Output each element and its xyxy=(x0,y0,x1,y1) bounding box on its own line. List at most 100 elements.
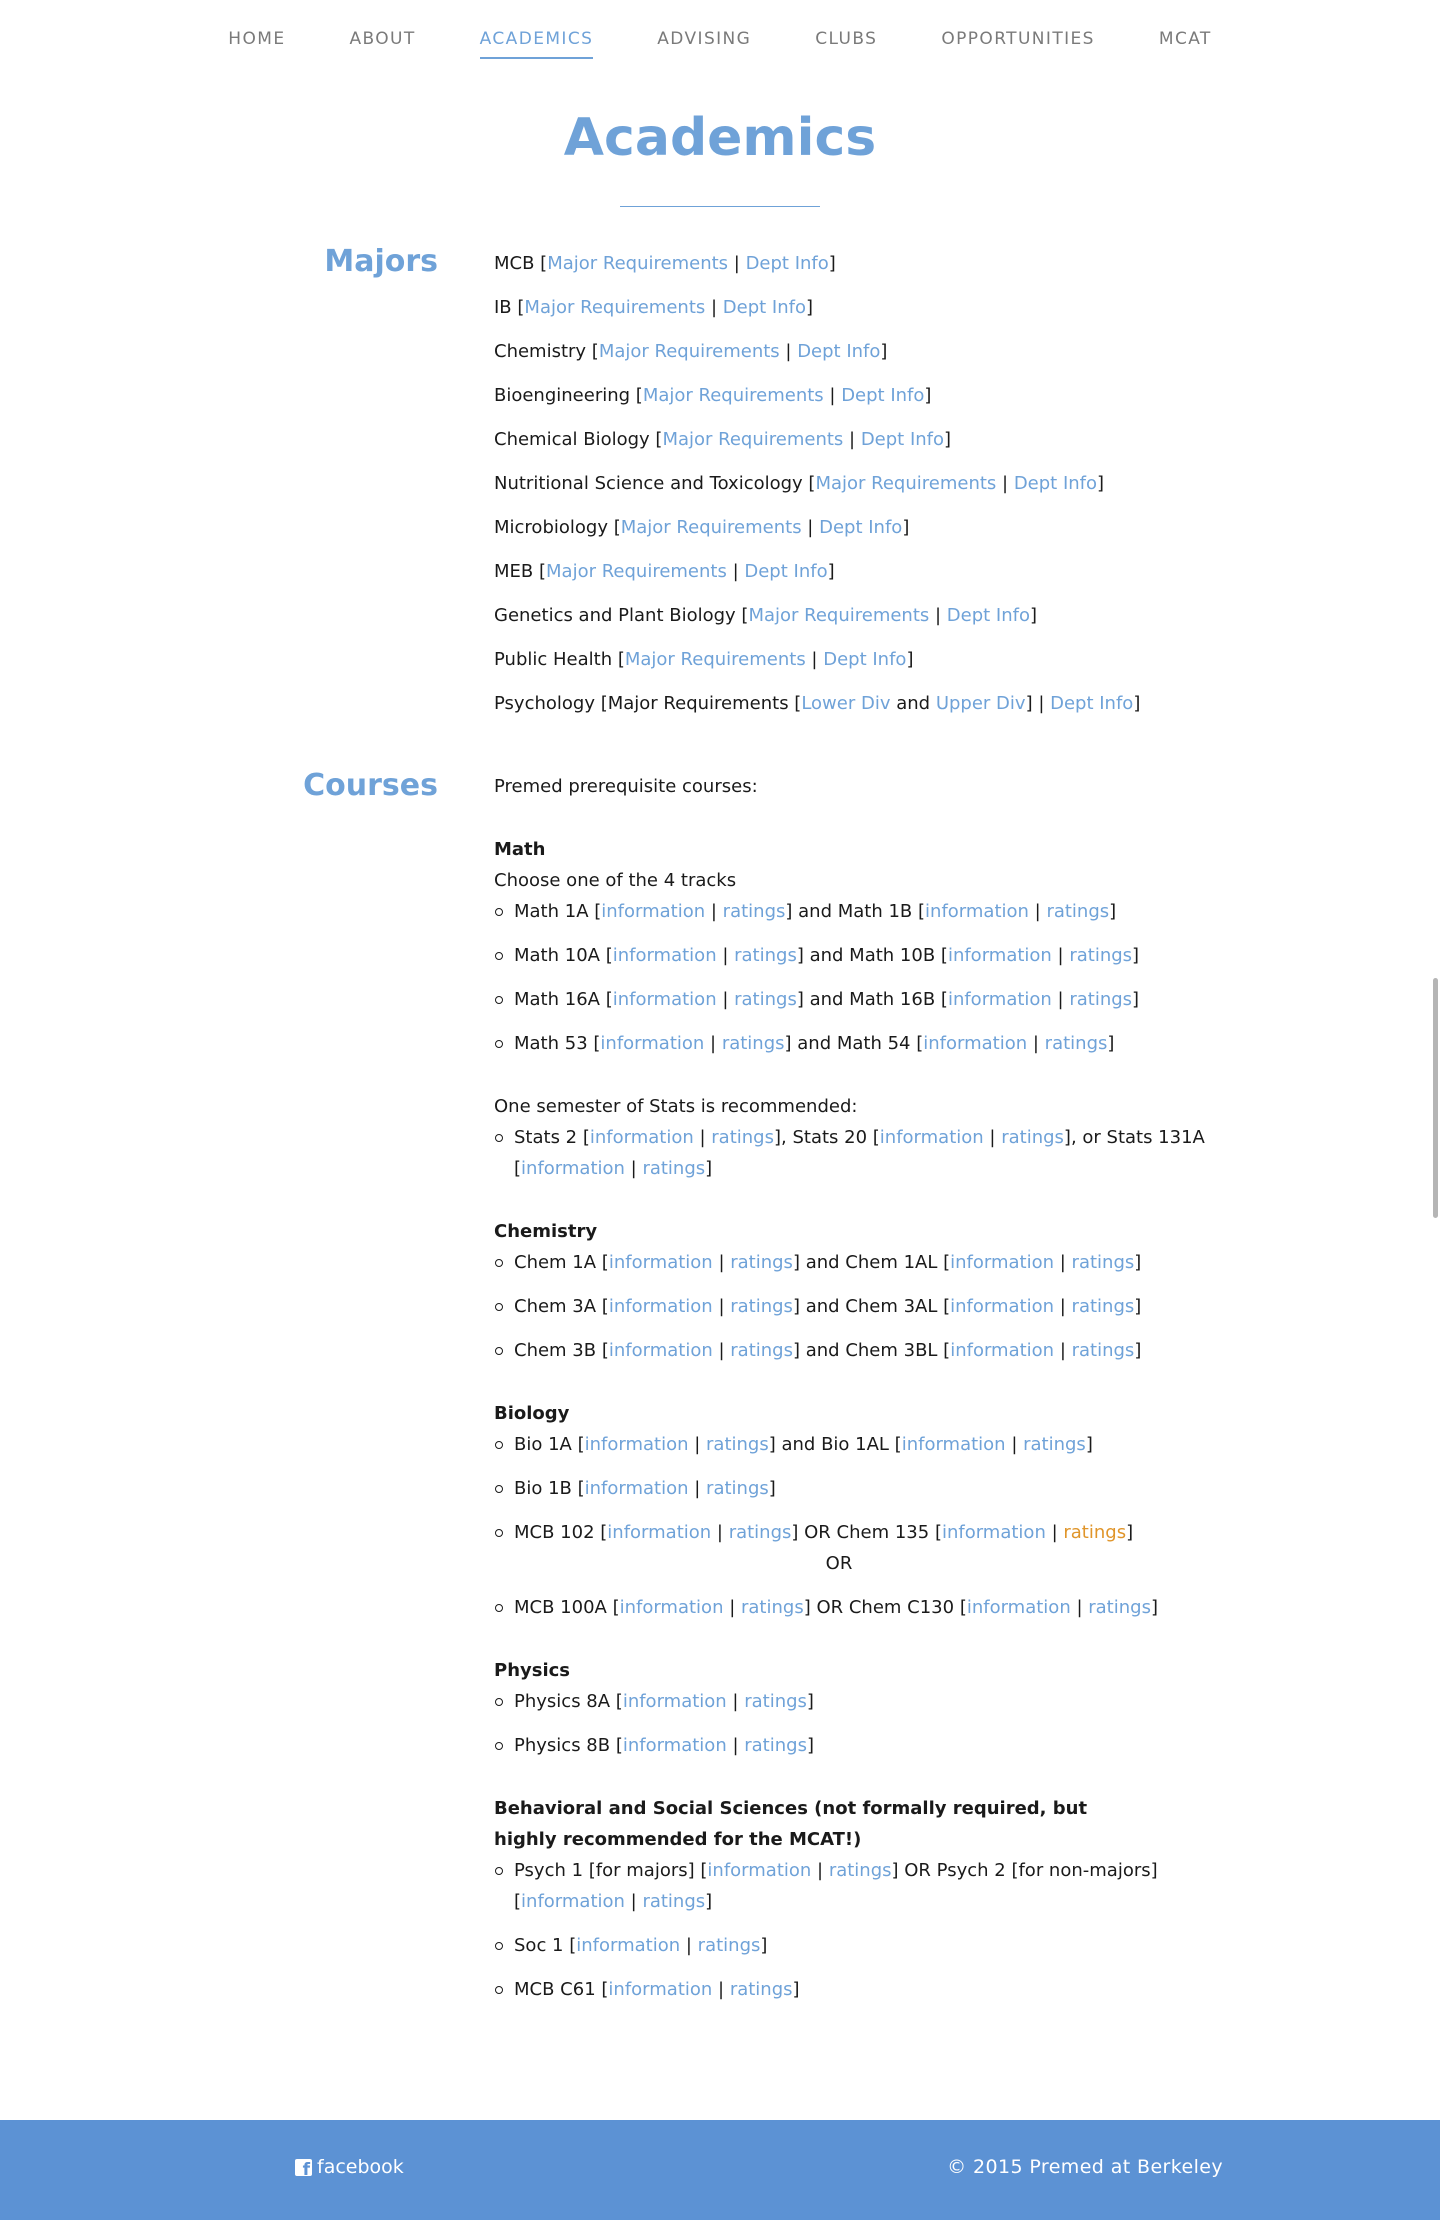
dept-info-link[interactable]: Dept Info xyxy=(723,297,806,318)
information-link[interactable]: information xyxy=(948,945,1052,966)
ratings-link[interactable]: ratings xyxy=(734,945,797,966)
dept-info-link[interactable]: Dept Info xyxy=(823,649,906,670)
information-link[interactable]: information xyxy=(521,1158,625,1179)
ratings-link[interactable]: ratings xyxy=(744,1691,807,1712)
information-link[interactable]: information xyxy=(950,1252,1054,1273)
information-link[interactable]: information xyxy=(576,1935,680,1956)
information-link[interactable]: information xyxy=(948,989,1052,1010)
major-requirements-link[interactable]: Major Requirements xyxy=(621,517,802,538)
dept-info-link[interactable]: Dept Info xyxy=(841,385,924,406)
ratings-link[interactable]: ratings xyxy=(730,1979,793,2000)
major-requirements-link[interactable]: Major Requirements xyxy=(524,297,705,318)
ratings-link[interactable]: ratings xyxy=(1063,1522,1126,1543)
ratings-link[interactable]: ratings xyxy=(1072,1252,1135,1273)
dept-info-link[interactable]: Dept Info xyxy=(861,429,944,450)
ratings-link[interactable]: ratings xyxy=(1069,989,1132,1010)
ratings-link[interactable]: ratings xyxy=(723,901,786,922)
information-link[interactable]: information xyxy=(601,901,705,922)
information-link[interactable]: information xyxy=(967,1597,1071,1618)
dept-info-link[interactable]: Dept Info xyxy=(1014,473,1097,494)
information-link[interactable]: information xyxy=(613,989,717,1010)
dept-info-link[interactable]: Dept Info xyxy=(1050,693,1133,714)
information-link[interactable]: information xyxy=(608,1979,712,2000)
information-link[interactable]: information xyxy=(590,1127,694,1148)
major-requirements-link[interactable]: Major Requirements xyxy=(815,473,996,494)
nav-mcat[interactable]: MCAT xyxy=(1159,0,1212,57)
information-link[interactable]: information xyxy=(585,1434,689,1455)
information-link[interactable]: information xyxy=(950,1340,1054,1361)
major-name: MCB xyxy=(494,253,535,274)
information-link[interactable]: information xyxy=(925,901,1029,922)
major-requirements-link[interactable]: Major Requirements xyxy=(547,253,728,274)
ratings-link[interactable]: ratings xyxy=(1072,1296,1135,1317)
ratings-link[interactable]: ratings xyxy=(730,1296,793,1317)
information-link[interactable]: information xyxy=(521,1891,625,1912)
upper-div-link[interactable]: Upper Div xyxy=(936,693,1026,714)
ratings-link[interactable]: ratings xyxy=(722,1033,785,1054)
physics-item: Physics 8B [information | ratings] xyxy=(494,1730,1214,1761)
scrollbar-thumb[interactable] xyxy=(1433,978,1438,1218)
major-requirements-link[interactable]: Major Requirements xyxy=(662,429,843,450)
ratings-link[interactable]: ratings xyxy=(698,1935,761,1956)
ratings-link[interactable]: ratings xyxy=(1069,945,1132,966)
information-link[interactable]: information xyxy=(707,1860,811,1881)
information-link[interactable]: information xyxy=(623,1691,727,1712)
information-link[interactable]: information xyxy=(880,1127,984,1148)
ratings-link[interactable]: ratings xyxy=(741,1597,804,1618)
lower-div-link[interactable]: Lower Div xyxy=(801,693,890,714)
major-requirements-link[interactable]: Major Requirements xyxy=(599,341,780,362)
ratings-link[interactable]: ratings xyxy=(1001,1127,1064,1148)
course-name: Math 54 xyxy=(836,1033,911,1054)
information-link[interactable]: information xyxy=(923,1033,1027,1054)
ratings-link[interactable]: ratings xyxy=(829,1860,892,1881)
ratings-link[interactable]: ratings xyxy=(1046,901,1109,922)
information-link[interactable]: information xyxy=(585,1478,689,1499)
dept-info-link[interactable]: Dept Info xyxy=(819,517,902,538)
information-link[interactable]: information xyxy=(902,1434,1006,1455)
information-link[interactable]: information xyxy=(613,945,717,966)
ratings-link[interactable]: ratings xyxy=(711,1127,774,1148)
ratings-link[interactable]: ratings xyxy=(706,1478,769,1499)
major-requirements-link[interactable]: Major Requirements xyxy=(643,385,824,406)
scrollbar[interactable] xyxy=(1426,0,1440,2220)
ratings-link[interactable]: ratings xyxy=(1045,1033,1108,1054)
information-link[interactable]: information xyxy=(607,1522,711,1543)
nav-clubs[interactable]: CLUBS xyxy=(815,0,877,57)
nav-academics[interactable]: ACADEMICS xyxy=(479,0,594,59)
ratings-link[interactable]: ratings xyxy=(734,989,797,1010)
course-name: Math 16B xyxy=(849,989,936,1010)
information-link[interactable]: information xyxy=(620,1597,724,1618)
ratings-link[interactable]: ratings xyxy=(642,1891,705,1912)
major-requirements-link[interactable]: Major Requirements xyxy=(748,605,929,626)
ratings-link[interactable]: ratings xyxy=(1023,1434,1086,1455)
ratings-link[interactable]: ratings xyxy=(706,1434,769,1455)
ratings-link[interactable]: ratings xyxy=(729,1522,792,1543)
ratings-link[interactable]: ratings xyxy=(1072,1340,1135,1361)
dept-info-link[interactable]: Dept Info xyxy=(797,341,880,362)
ratings-link[interactable]: ratings xyxy=(1088,1597,1151,1618)
title-divider xyxy=(620,206,820,207)
major-row: Public Health [Major Requirements | Dept… xyxy=(494,649,914,670)
information-link[interactable]: information xyxy=(623,1735,727,1756)
facebook-link[interactable]: f facebook xyxy=(295,2156,404,2178)
dept-info-link[interactable]: Dept Info xyxy=(746,253,829,274)
dept-info-link[interactable]: Dept Info xyxy=(947,605,1030,626)
major-requirements-link[interactable]: Major Requirements xyxy=(625,649,806,670)
nav-advising[interactable]: ADVISING xyxy=(657,0,751,57)
ratings-link[interactable]: ratings xyxy=(730,1340,793,1361)
information-link[interactable]: information xyxy=(600,1033,704,1054)
information-link[interactable]: information xyxy=(609,1252,713,1273)
nav-opportunities[interactable]: OPPORTUNITIES xyxy=(941,0,1095,57)
ratings-link[interactable]: ratings xyxy=(642,1158,705,1179)
information-link[interactable]: information xyxy=(609,1340,713,1361)
ratings-link[interactable]: ratings xyxy=(744,1735,807,1756)
nav-about[interactable]: ABOUT xyxy=(349,0,415,57)
information-link[interactable]: information xyxy=(942,1522,1046,1543)
major-requirements-link[interactable]: Major Requirements xyxy=(546,561,727,582)
ratings-link[interactable]: ratings xyxy=(730,1252,793,1273)
information-link[interactable]: information xyxy=(609,1296,713,1317)
dept-info-link[interactable]: Dept Info xyxy=(744,561,827,582)
information-link[interactable]: information xyxy=(950,1296,1054,1317)
nav-home[interactable]: HOME xyxy=(228,0,285,57)
facebook-icon: f xyxy=(295,2158,312,2176)
